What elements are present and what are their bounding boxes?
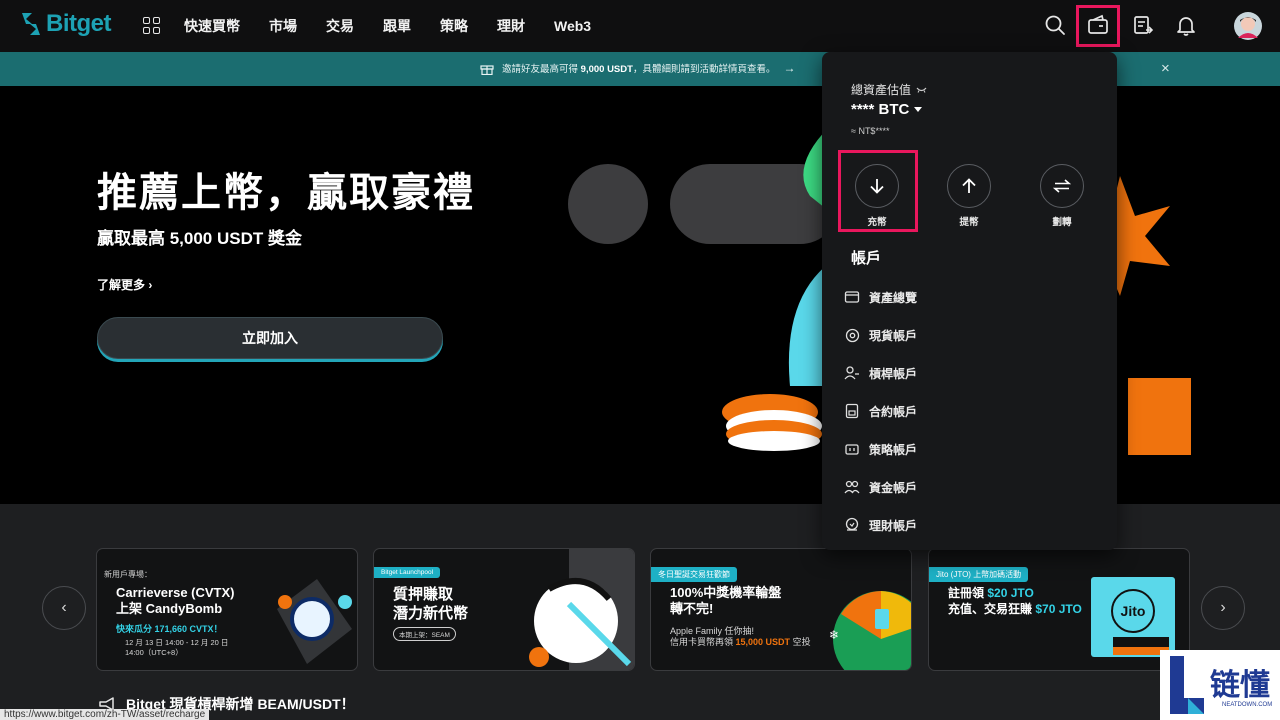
chevron-left-icon: ‹ <box>61 599 67 616</box>
assets-dropdown: 總資產估值 **** BTC ≈ NT$**** 充幣 提幣 劃轉 帳戶 資產總… <box>822 52 1117 550</box>
nav-quick-buy[interactable]: 快速買幣 <box>184 16 240 36</box>
search-icon[interactable] <box>1044 14 1066 36</box>
card-line: 本期上架：SEAM <box>393 627 456 641</box>
total-assets-label: 總資產估值 <box>851 81 927 98</box>
eye-hidden-icon[interactable] <box>916 85 927 94</box>
account-earn[interactable]: 理財帳戶 <box>844 506 917 544</box>
watermark-logo-icon <box>1170 656 1204 714</box>
card-tag: Bitget Launchpool <box>374 567 441 578</box>
bot-icon <box>845 444 859 455</box>
bell-icon[interactable] <box>1175 14 1197 36</box>
card-title: 100%中獎機率輪盤 轉不完! <box>670 585 782 616</box>
promo-close-button[interactable]: × <box>1161 60 1170 77</box>
hero-title: 推薦上幣，贏取豪禮 <box>97 171 475 215</box>
chevron-right-icon: › <box>1220 599 1226 616</box>
hero-subtitle: 贏取最高 5,000 USDT 獎金 <box>97 229 302 248</box>
account-funding[interactable]: 資金帳戶 <box>844 468 917 506</box>
card-line: 快來瓜分 171,660 CVTX！ <box>116 624 223 634</box>
account-spot[interactable]: 現貨帳戶 <box>844 316 917 354</box>
promo-card-candybomb[interactable]: 新用戶專場： Carrieverse (CVTX) 上架 CandyBomb 快來… <box>96 548 358 671</box>
carousel-prev-button[interactable]: ‹ <box>42 586 86 630</box>
orders-icon[interactable] <box>1132 14 1154 36</box>
account-overview[interactable]: 資產總覽 <box>844 278 917 316</box>
withdraw-button[interactable]: 提幣 <box>929 164 1009 228</box>
gift-icon <box>480 64 494 75</box>
coins-icon <box>845 328 860 343</box>
total-assets-value[interactable]: **** BTC <box>851 101 923 118</box>
card-tag: 新用戶專場： <box>104 570 152 579</box>
nav-earn[interactable]: 理財 <box>497 16 525 36</box>
wallet-icon[interactable] <box>1087 14 1109 36</box>
avatar[interactable] <box>1234 12 1262 40</box>
account-strategy[interactable]: 策略帳戶 <box>844 430 917 468</box>
main-menu: 快速買幣 市場 交易 跟單 策略 理財 Web3 <box>184 0 620 52</box>
promo-card-jito[interactable]: Jito (JTO) 上幣加碼活動 註冊領 $20 JTO 充值、交易狂賺 $7… <box>928 548 1190 671</box>
join-now-button[interactable]: 立即加入 <box>97 317 443 359</box>
apps-grid-icon[interactable] <box>143 17 160 34</box>
nav-web3[interactable]: Web3 <box>554 18 591 34</box>
bitget-logo-icon <box>22 13 40 35</box>
watermark: 链懂 NEATDOWN.COM <box>1160 650 1280 720</box>
transfer-label: 劃轉 <box>1052 217 1072 228</box>
jito-logo: Jito <box>1111 589 1155 633</box>
carousel-next-button[interactable]: › <box>1201 586 1245 630</box>
card-time: 14:00（UTC+8） <box>125 648 183 657</box>
caret-down-icon <box>914 106 923 112</box>
document-icon <box>845 403 859 419</box>
nav-markets[interactable]: 市場 <box>269 16 297 36</box>
account-margin[interactable]: 槓桿帳戶 <box>844 354 917 392</box>
users-icon <box>844 480 860 494</box>
watermark-text: 链懂 <box>1210 668 1270 703</box>
bitget-logo[interactable]: Bitget <box>20 10 112 38</box>
earn-icon <box>845 517 859 531</box>
account-futures[interactable]: 合約帳戶 <box>844 392 917 430</box>
card-title: 質押賺取 潛力新代幣 <box>393 586 469 622</box>
promo-text: 邀請好友最高可得 9,000 USDT，具體細則請到活動詳情頁查看。 <box>502 64 776 75</box>
total-assets-fiat: ≈ NT$**** <box>851 126 890 136</box>
learn-more-link[interactable]: 了解更多 › <box>97 276 152 293</box>
prize-wheel-illustration: ❄ <box>829 591 911 670</box>
candybomb-illustration <box>277 579 352 664</box>
brand-name: Bitget <box>46 10 112 37</box>
accounts-list: 資產總覽 現貨帳戶 槓桿帳戶 合約帳戶 策略帳戶 資金帳戶 理財帳戶 <box>844 278 917 544</box>
chevron-right-icon: › <box>148 278 153 292</box>
promo-card-christmas[interactable]: 冬日聖誕交易狂歡節 100%中獎機率輪盤 轉不完! Apple Family 任你… <box>650 548 912 671</box>
launchpool-illustration <box>529 549 634 670</box>
jito-logo-box: Jito <box>1091 577 1175 657</box>
arrow-up-icon <box>947 164 991 208</box>
card-title: Carrieverse (CVTX) 上架 CandyBomb <box>116 585 235 616</box>
withdraw-label: 提幣 <box>959 217 979 228</box>
card-tag: 冬日聖誕交易狂歡節 <box>651 567 737 582</box>
nav-strategy[interactable]: 策略 <box>440 16 468 36</box>
user-lever-icon <box>844 366 859 380</box>
transfer-arrows-icon <box>1040 164 1084 208</box>
nav-copy-trading[interactable]: 跟單 <box>383 16 411 36</box>
card-line: 信用卡買幣再領 15,000 USDT 空投 <box>670 637 811 647</box>
promo-arrow-icon[interactable]: → <box>783 61 795 75</box>
accounts-section-title: 帳戶 <box>851 250 882 267</box>
card-title: 註冊領 $20 JTO 充值、交易狂賺 $70 JTO <box>948 586 1082 616</box>
watermark-sub: NEATDOWN.COM <box>1222 702 1273 708</box>
status-bar-url: https://www.bitget.com/zh-TW/asset/recha… <box>0 709 210 720</box>
transfer-button[interactable]: 劃轉 <box>1022 164 1102 228</box>
deposit-highlight <box>838 150 918 232</box>
svg-text:❄: ❄ <box>829 628 839 642</box>
nav-trade[interactable]: 交易 <box>326 16 354 36</box>
card-tag: Jito (JTO) 上幣加碼活動 <box>929 567 1029 582</box>
promo-card-launchpool[interactable]: Bitget Launchpool 質押賺取 潛力新代幣 本期上架：SEAM <box>373 548 635 671</box>
wallet-outline-icon <box>844 291 860 303</box>
promo-content[interactable]: 邀請好友最高可得 9,000 USDT，具體細則請到活動詳情頁查看。 → <box>480 61 795 75</box>
